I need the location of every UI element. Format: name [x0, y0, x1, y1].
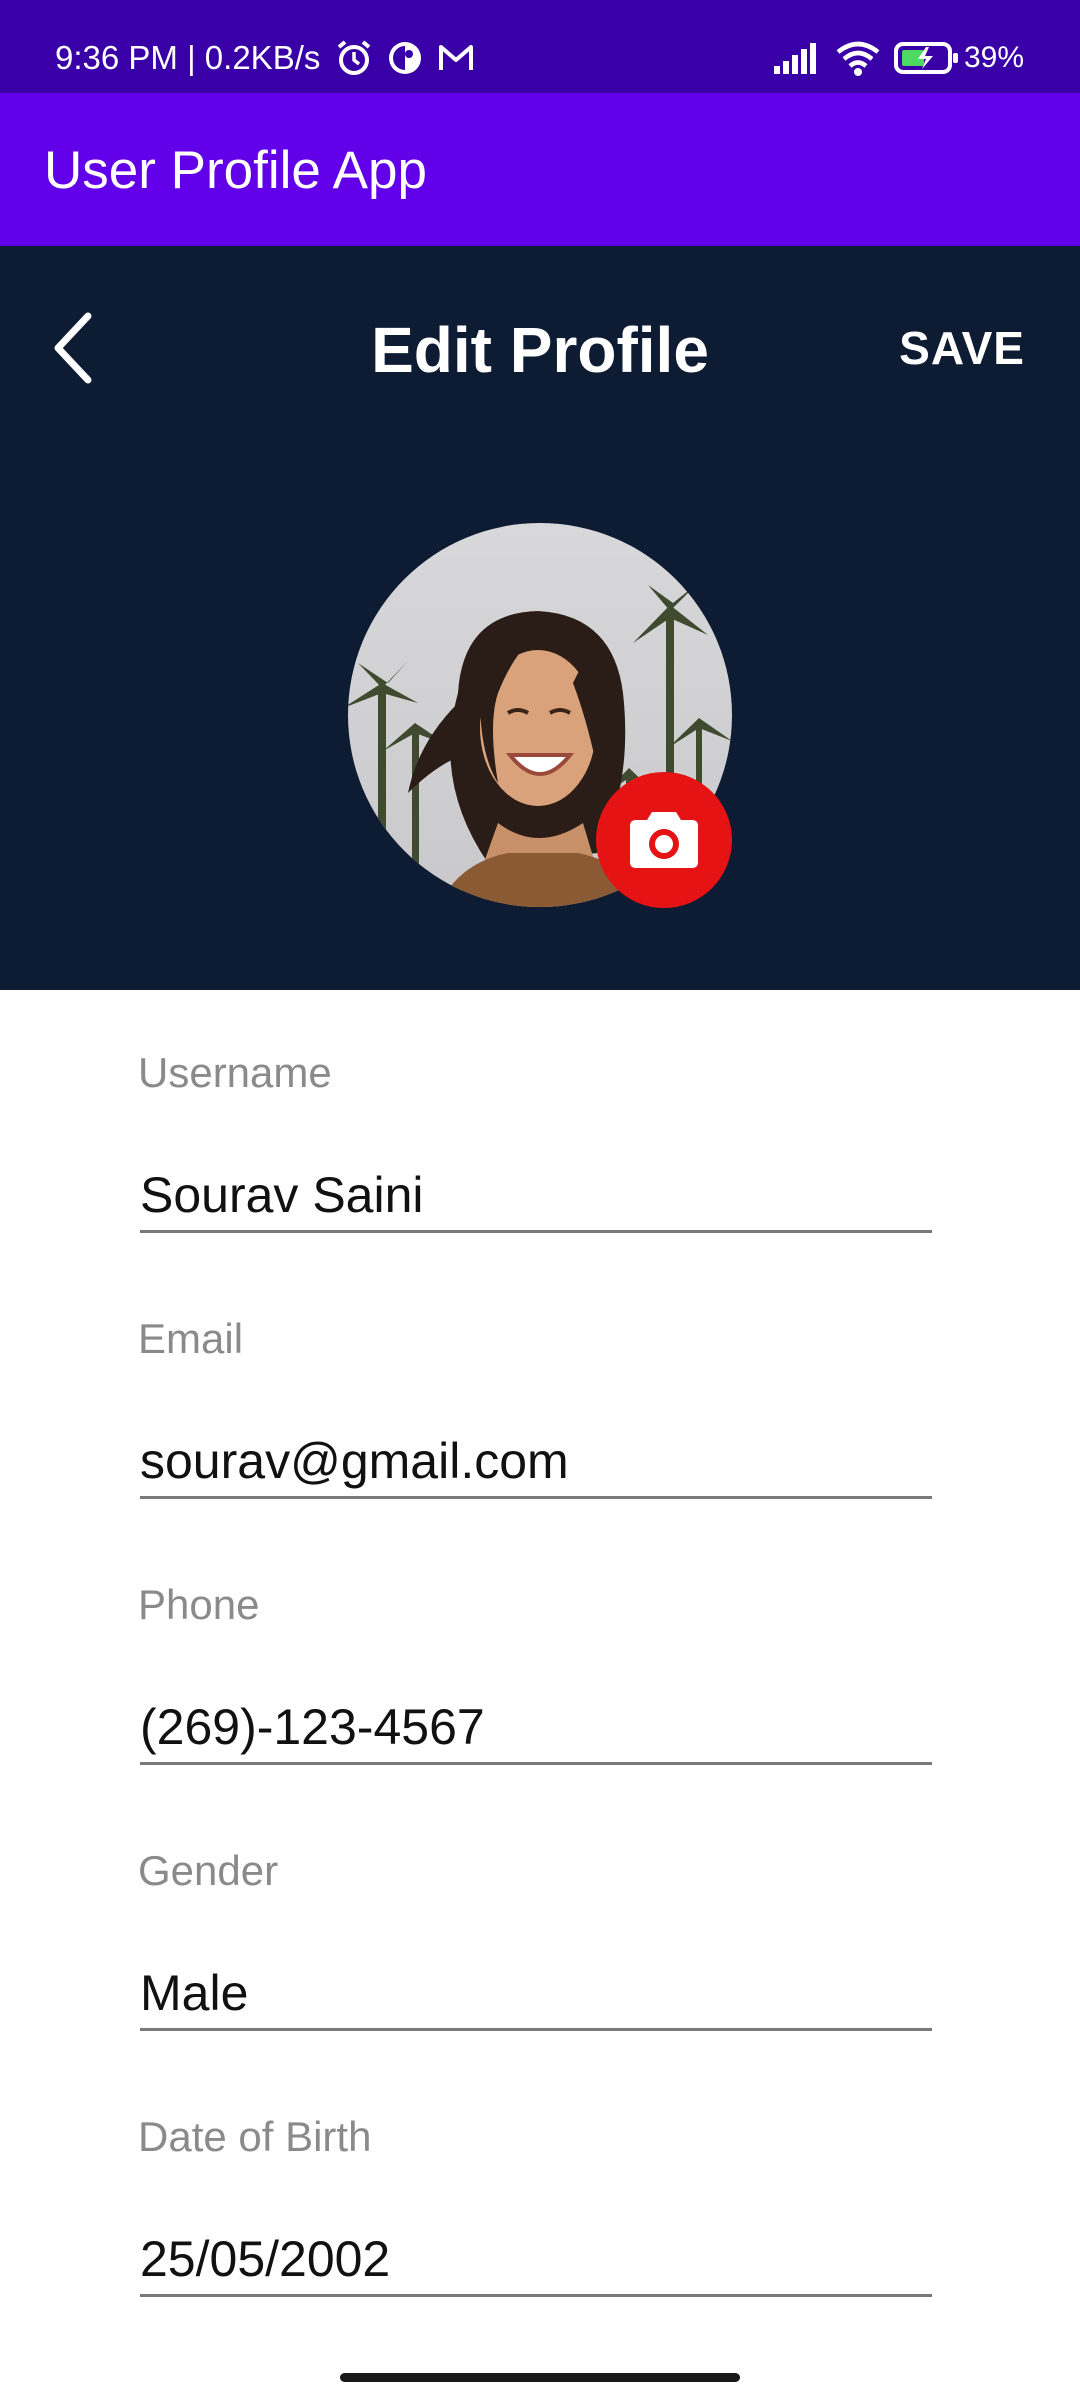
gender-input[interactable]: Male: [140, 1963, 248, 2023]
phone-underline: [140, 1762, 932, 1765]
username-input[interactable]: Sourav Saini: [140, 1165, 424, 1225]
save-button[interactable]: SAVE: [899, 318, 1025, 378]
app-bar: User Profile App: [0, 93, 1080, 246]
status-bar: 9:36 PM | 0.2KB/s 39%: [0, 0, 1080, 93]
vpn-icon: [385, 38, 425, 78]
gmail-icon: [436, 38, 476, 78]
battery-icon: [893, 38, 961, 78]
change-photo-button[interactable]: [596, 772, 732, 908]
profile-header: Edit Profile SAVE: [0, 246, 1080, 990]
email-field[interactable]: Email sourav@gmail.com: [138, 1314, 932, 1499]
status-time: 9:36 PM | 0.2KB/s: [55, 39, 321, 76]
phone-input[interactable]: (269)-123-4567: [140, 1697, 485, 1757]
gender-field[interactable]: Gender Male: [138, 1846, 932, 2031]
wifi-icon: [834, 38, 882, 78]
dob-label: Date of Birth: [138, 2113, 372, 2160]
alarm-icon: [334, 38, 374, 78]
battery-percent: 39%: [963, 41, 1024, 74]
gender-underline: [140, 2028, 932, 2031]
gender-label: Gender: [138, 1847, 279, 1894]
username-label: Username: [138, 1049, 332, 1096]
email-label: Email: [138, 1315, 244, 1362]
email-input[interactable]: sourav@gmail.com: [140, 1431, 569, 1491]
dob-input[interactable]: 25/05/2002: [140, 2229, 390, 2289]
dob-field[interactable]: Date of Birth 25/05/2002: [138, 2112, 932, 2297]
signal-icon: [772, 38, 822, 78]
app-title: User Profile App: [44, 141, 427, 200]
home-indicator[interactable]: [340, 2373, 740, 2382]
dob-underline: [140, 2294, 932, 2297]
username-field[interactable]: Username Sourav Saini: [138, 1048, 932, 1233]
phone-field[interactable]: Phone (269)-123-4567: [138, 1580, 932, 1765]
email-underline: [140, 1496, 932, 1499]
username-underline: [140, 1230, 932, 1233]
camera-icon: [630, 812, 698, 868]
phone-label: Phone: [138, 1581, 260, 1628]
